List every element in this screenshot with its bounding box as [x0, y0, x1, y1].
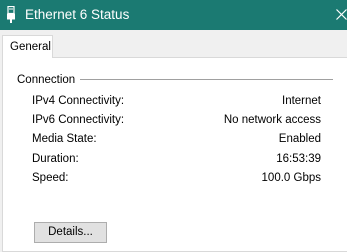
network-adapter-icon [6, 5, 16, 23]
general-panel: Connection IPv4 Connectivity: Internet I… [2, 57, 347, 252]
group-divider [80, 79, 333, 80]
ipv6-connectivity-value: No network access [223, 114, 321, 126]
title-bar[interactable]: Ethernet 6 Status [0, 0, 347, 30]
details-button[interactable]: Details... [34, 222, 107, 243]
close-button[interactable] [335, 0, 347, 30]
close-icon [336, 9, 347, 20]
window-title: Ethernet 6 Status [25, 7, 130, 22]
ipv6-connectivity-row: IPv6 Connectivity: No network access [3, 113, 333, 127]
tab-general-label: General [10, 41, 51, 53]
speed-row: Speed: 100.0 Gbps [3, 171, 333, 185]
speed-label: Speed: [32, 172, 69, 184]
tab-general[interactable]: General [2, 35, 53, 58]
ipv6-connectivity-label: IPv6 Connectivity: [32, 114, 125, 126]
ipv4-connectivity-row: IPv4 Connectivity: Internet [3, 94, 333, 108]
duration-row: Duration: 16:53:39 [3, 152, 333, 166]
speed-value: 100.0 Gbps [261, 172, 321, 184]
media-state-row: Media State: Enabled [3, 132, 333, 146]
dialog-body: General Connection IPv4 Connectivity: In… [0, 30, 347, 252]
connection-group-title: Connection [17, 74, 76, 86]
media-state-label: Media State: [32, 133, 97, 145]
ipv4-connectivity-label: IPv4 Connectivity: [32, 95, 125, 107]
media-state-value: Enabled [278, 133, 321, 145]
duration-value: 16:53:39 [276, 153, 321, 165]
ipv4-connectivity-value: Internet [282, 95, 321, 107]
duration-label: Duration: [32, 153, 79, 165]
